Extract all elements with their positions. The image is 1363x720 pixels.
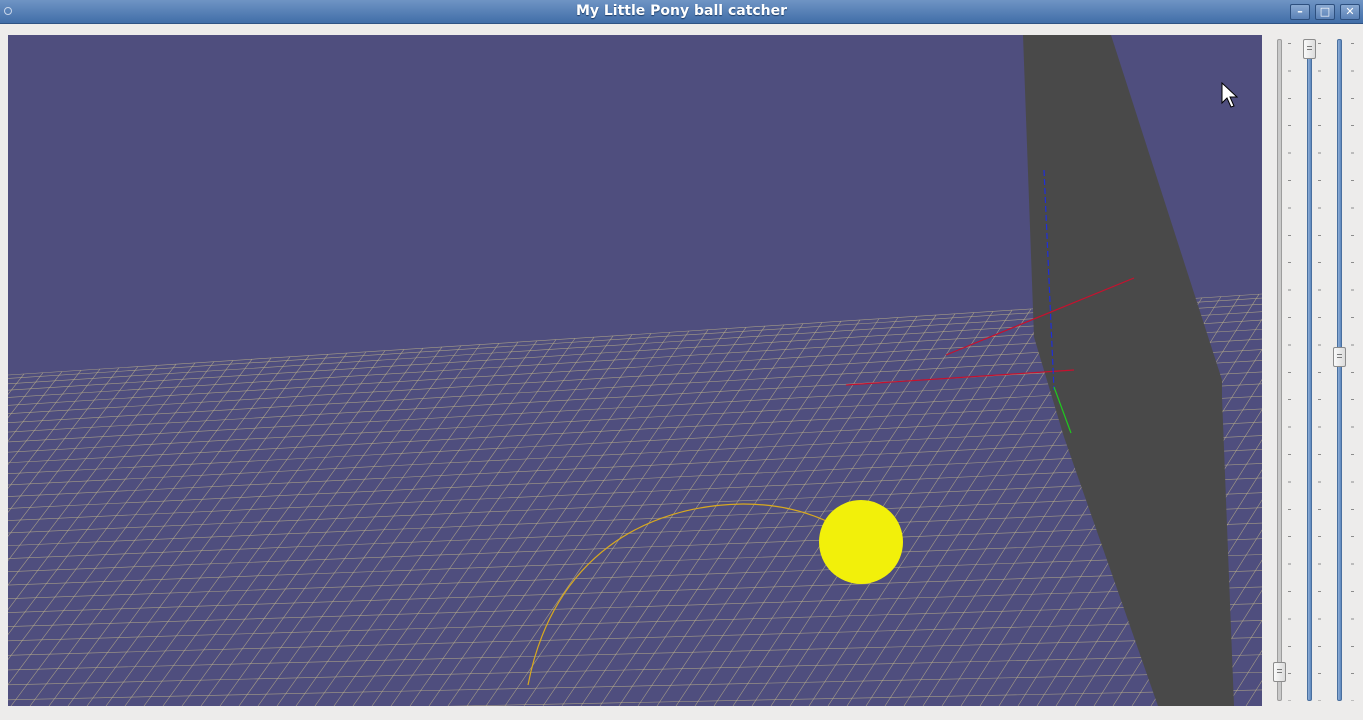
scene-canvas[interactable]: [8, 35, 1262, 706]
slider-2-handle[interactable]: [1303, 39, 1316, 59]
maximize-icon: □: [1319, 5, 1331, 18]
slider-1-handle[interactable]: [1273, 661, 1286, 682]
minimize-icon: –: [1297, 5, 1303, 18]
slider-3-handle[interactable]: [1333, 347, 1346, 368]
close-button[interactable]: ✕: [1340, 4, 1360, 20]
3d-viewport[interactable]: [8, 35, 1262, 706]
slider-1-ticks: [1288, 43, 1291, 701]
close-icon: ✕: [1345, 5, 1355, 18]
ball[interactable]: [819, 500, 903, 584]
minimize-button[interactable]: –: [1290, 4, 1310, 20]
slider-3-ticks: [1351, 43, 1354, 701]
slider-3-track[interactable]: [1337, 39, 1342, 701]
window-bottom-border: [0, 708, 1363, 720]
slider-2-ticks: [1318, 43, 1321, 701]
window-title: My Little Pony ball catcher: [575, 3, 788, 19]
slider-1-track[interactable]: [1277, 39, 1282, 701]
window-titlebar[interactable]: My Little Pony ball catcher – □ ✕: [0, 0, 1363, 24]
slider-panel: [1266, 35, 1363, 706]
maximize-button[interactable]: □: [1315, 4, 1335, 20]
slider-2-track[interactable]: [1307, 39, 1312, 701]
